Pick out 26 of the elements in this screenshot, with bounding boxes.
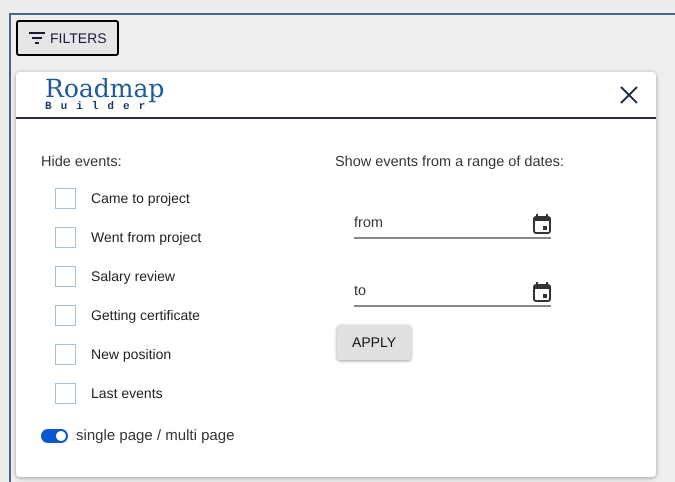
checkbox[interactable] — [55, 226, 76, 248]
checkbox[interactable] — [55, 382, 76, 404]
checkbox[interactable] — [55, 266, 76, 287]
logo-subtitle: Builder — [45, 102, 154, 113]
checkbox-label: Getting certificate — [91, 306, 200, 325]
date-field[interactable]: to — [354, 280, 533, 303]
apply-button[interactable]: APPLY — [337, 324, 412, 360]
calendar-icon[interactable] — [533, 214, 551, 234]
checkbox-label: Went from project — [91, 228, 202, 247]
toggle-label: single page / multi page — [76, 426, 234, 446]
checkbox-label: Came to project — [91, 188, 190, 208]
section-heading: Show events from a range of dates: — [335, 153, 564, 172]
toggle-switch[interactable] — [41, 429, 68, 443]
logo-title: Roadmap — [45, 76, 164, 102]
date-field[interactable]: from — [354, 212, 533, 235]
calendar-icon[interactable] — [533, 282, 551, 302]
filters-button[interactable]: FILTERS — [16, 20, 119, 56]
checkbox-label: New position — [91, 344, 172, 364]
filter-icon — [28, 31, 46, 45]
checkbox[interactable] — [55, 188, 76, 209]
section-heading: Hide events: — [41, 153, 123, 172]
checkbox-label: Salary review — [91, 266, 176, 286]
checkbox[interactable] — [55, 304, 76, 326]
checkbox[interactable] — [55, 344, 76, 365]
close-icon — [620, 86, 638, 104]
checkbox-label: Last events — [91, 384, 163, 403]
